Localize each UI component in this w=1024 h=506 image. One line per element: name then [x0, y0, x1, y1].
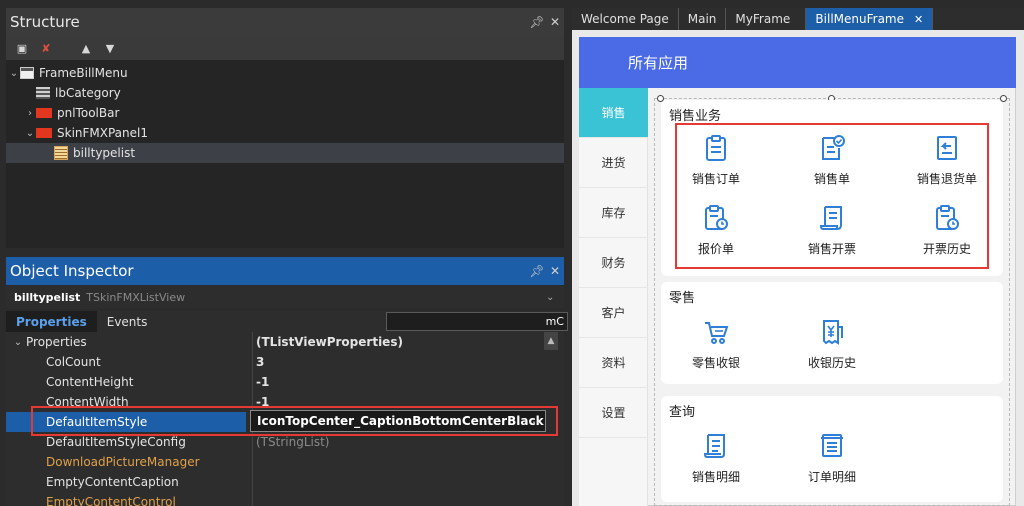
menu-tile[interactable]: 销售明细	[661, 430, 771, 490]
chevron-down-icon[interactable]: ⌄	[8, 68, 20, 79]
editor-tab-bar: Welcome Page Main MyFrame BillMenuFrame …	[572, 8, 1024, 30]
category-item[interactable]: 进货	[579, 138, 648, 188]
property-name: EmptyContentControl	[46, 495, 176, 506]
menu-tile[interactable]: 收银历史	[777, 316, 887, 376]
section-title: 查询	[669, 405, 696, 420]
category-item[interactable]: 客户	[579, 288, 648, 338]
tab-events[interactable]: Events	[97, 311, 158, 332]
close-icon[interactable]: ✕	[546, 15, 564, 29]
inspector-panel-header: Object Inspector 📌︎ ✕	[6, 257, 564, 285]
property-row[interactable]: EmptyContentControl	[6, 492, 564, 506]
category-item[interactable]: 资料	[579, 338, 648, 388]
close-icon[interactable]: ✕	[914, 13, 923, 26]
chevron-down-icon[interactable]: ⌄	[24, 128, 36, 139]
property-name: ColCount	[46, 355, 101, 369]
tree-node-label: billtypelist	[73, 146, 136, 160]
property-row[interactable]: ContentHeight -1	[6, 372, 564, 392]
move-down-icon[interactable]: ▼	[102, 41, 118, 55]
panel-component-icon	[36, 128, 52, 138]
category-item[interactable]: 设置	[579, 388, 648, 438]
tree-node-label: SkinFMXPanel1	[57, 126, 148, 140]
delete-component-icon[interactable]: ✘	[38, 41, 54, 55]
menu-tile[interactable]: 订单明细	[777, 430, 887, 490]
property-search-input[interactable]	[386, 312, 568, 331]
category-item[interactable]: 财务	[579, 238, 648, 288]
detail-list-icon	[703, 434, 725, 458]
tree-node[interactable]: ⌄ FrameBillMenu	[6, 63, 564, 83]
property-value[interactable]: 3	[256, 352, 548, 372]
close-icon[interactable]: ✕	[546, 264, 564, 278]
ide-window: Structure 📌︎ ✕ ▣ ✘ ▲ ▼ ⌄ FrameBillMenu l…	[0, 0, 1024, 506]
category-item[interactable]: 库存	[579, 188, 648, 238]
structure-panel-header: Structure 📌︎ ✕	[6, 8, 564, 36]
app-header-title: 所有应用	[628, 54, 689, 72]
structure-toolbar: ▣ ✘ ▲ ▼	[6, 36, 564, 60]
menu-tile-label: 订单明细	[807, 470, 856, 484]
tree-node-label: FrameBillMenu	[39, 66, 128, 80]
menu-tile[interactable]: 零售收银	[661, 316, 771, 376]
tab-myframe[interactable]: MyFrame	[726, 8, 807, 30]
structure-tree: ⌄ FrameBillMenu lbCategory › pnlToolBar …	[6, 60, 564, 248]
tree-node[interactable]: ⌄ SkinFMXPanel1	[6, 123, 564, 143]
tab-welcome-page[interactable]: Welcome Page	[572, 8, 679, 30]
receipt-yen-icon	[823, 320, 843, 345]
annotation-highlight	[31, 406, 558, 436]
listview-component-icon	[54, 146, 68, 160]
category-item-active[interactable]: 销售	[579, 88, 648, 138]
property-value[interactable]	[256, 472, 548, 492]
section-title: 销售业务	[669, 109, 722, 124]
move-up-icon[interactable]: ▲	[78, 41, 94, 55]
tree-node-label: lbCategory	[55, 86, 121, 100]
property-value: (TListViewProperties)	[256, 335, 403, 349]
tree-node-label: pnlToolBar	[57, 106, 120, 120]
object-selector[interactable]: billtypelist TSkinFMXListView ⌄	[6, 286, 564, 308]
new-component-icon[interactable]: ▣	[14, 41, 30, 55]
object-type: TSkinFMXListView	[86, 290, 186, 304]
pin-icon[interactable]: 📌︎	[528, 264, 546, 278]
tab-properties[interactable]: Properties	[6, 311, 97, 332]
property-value[interactable]: -1	[256, 372, 548, 392]
object-name: billtypelist	[14, 290, 81, 304]
inspector-tabs: Properties Events	[6, 311, 568, 332]
property-value[interactable]	[256, 452, 548, 472]
structure-panel-title: Structure	[10, 13, 80, 31]
property-row[interactable]: ColCount 3	[6, 352, 564, 372]
property-name: Properties	[26, 335, 87, 349]
property-row[interactable]: DownloadPictureManager	[6, 452, 564, 472]
menu-tile-label: 销售明细	[691, 470, 740, 484]
property-name: EmptyContentCaption	[46, 475, 179, 489]
property-name: DownloadPictureManager	[46, 455, 200, 469]
section-title: 零售	[669, 291, 696, 306]
menu-tile-label: 收银历史	[807, 356, 856, 370]
property-row[interactable]: EmptyContentCaption	[6, 472, 564, 492]
chevron-down-icon[interactable]: ⌄	[12, 337, 24, 348]
label-component-icon	[36, 87, 50, 99]
shopping-cart-icon	[705, 322, 729, 344]
pin-icon[interactable]: 📌︎	[528, 15, 546, 29]
chevron-right-icon[interactable]: ›	[24, 108, 36, 119]
tree-node[interactable]: › pnlToolBar	[6, 103, 564, 123]
chevron-down-icon[interactable]: ⌄	[546, 292, 564, 303]
app-header: 所有应用	[579, 37, 1016, 88]
property-value[interactable]	[256, 492, 548, 506]
inspector-panel-title: Object Inspector	[10, 262, 134, 280]
menu-tile-label: 零售收银	[691, 356, 740, 370]
form-icon	[20, 67, 34, 79]
tab-billmenuframe[interactable]: BillMenuFrame ✕	[806, 8, 934, 30]
property-row[interactable]: ⌄ Properties (TListViewProperties)	[6, 332, 564, 352]
annotation-highlight	[675, 123, 989, 269]
panel-component-icon	[36, 108, 52, 118]
property-name: ContentHeight	[46, 375, 134, 389]
tree-node[interactable]: lbCategory	[6, 83, 564, 103]
tab-label: BillMenuFrame	[815, 12, 904, 26]
tree-node-selected[interactable]: billtypelist	[6, 143, 564, 163]
order-detail-icon	[821, 434, 843, 457]
category-sidebar: 销售 进货 库存 财务 客户 资料 设置	[579, 88, 648, 506]
tab-main[interactable]: Main	[679, 8, 727, 30]
